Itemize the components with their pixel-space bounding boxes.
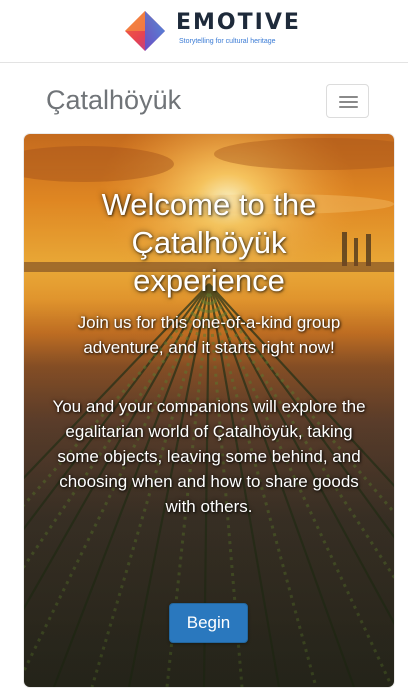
hero-heading-line-2: Çatalhöyük	[131, 225, 287, 260]
hero-intro-text: Join us for this one-of-a-kind group adv…	[77, 313, 341, 357]
brand-bar: EMOTIVE Storytelling for cultural herita…	[0, 0, 408, 63]
hero-heading-line-1: Welcome to the	[101, 187, 317, 222]
emotive-logo-icon	[125, 11, 165, 51]
menu-toggle-button[interactable]	[326, 84, 369, 118]
site-title[interactable]: Çatalhöyük	[46, 83, 181, 117]
brand-tagline: Storytelling for cultural heritage	[179, 38, 276, 45]
hamburger-menu-icon-bar	[339, 101, 358, 103]
hamburger-menu-icon	[339, 96, 358, 98]
hamburger-menu-icon-bar	[339, 106, 358, 108]
hero-description-text: You and your companions will explore the…	[52, 397, 366, 516]
page: EMOTIVE Storytelling for cultural herita…	[0, 0, 408, 697]
begin-button[interactable]: Begin	[169, 603, 248, 643]
hero-heading-line-3: experience	[133, 263, 285, 298]
hero-heading: Welcome to the Çatalhöyük experience	[24, 186, 394, 300]
brand-name: EMOTIVE	[176, 10, 301, 35]
site-header: Çatalhöyük	[0, 63, 408, 129]
hero-panel: Welcome to the Çatalhöyük experience Joi…	[24, 134, 394, 687]
